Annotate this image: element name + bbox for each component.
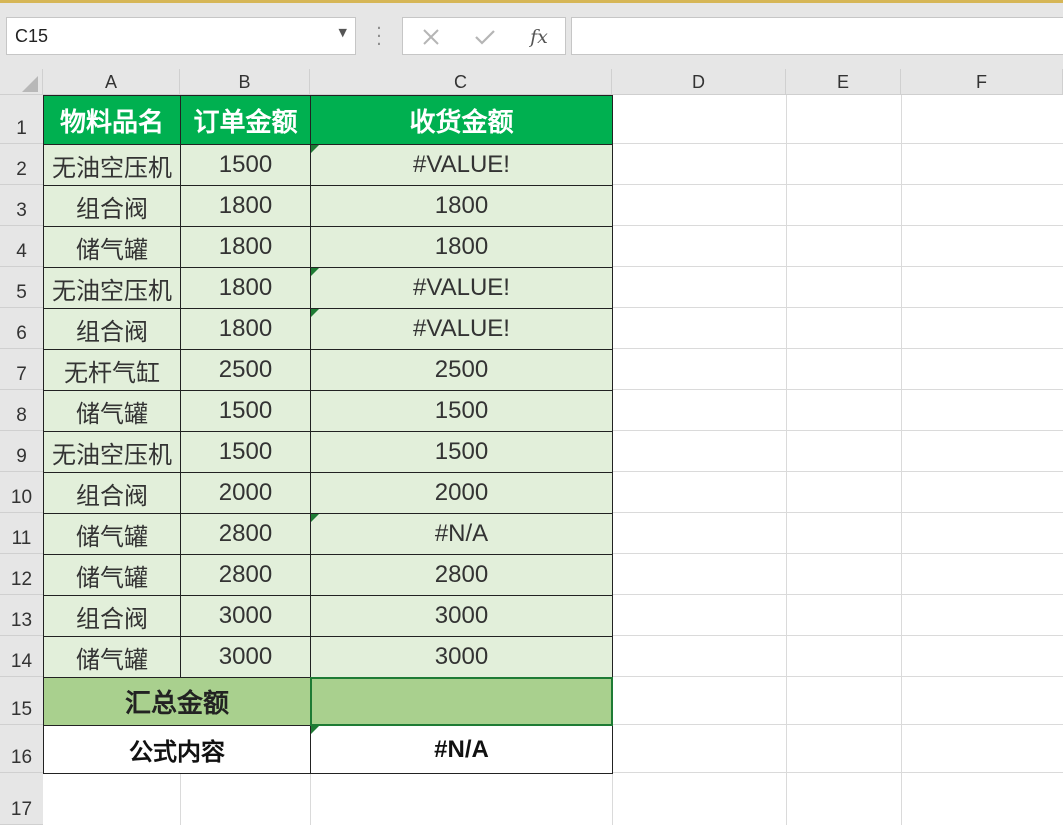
row-header-10[interactable]: 10	[0, 472, 43, 513]
cell-b2[interactable]: 1500	[180, 144, 311, 186]
cell-c10[interactable]: 2000	[310, 472, 613, 514]
cell-c12[interactable]: 2800	[310, 554, 613, 596]
row-header-5[interactable]: 5	[0, 267, 43, 308]
insert-function-button[interactable]: fx	[519, 18, 559, 56]
row-header-12[interactable]: 12	[0, 554, 43, 595]
error-indicator-icon	[311, 145, 319, 153]
column-header-e[interactable]: E	[786, 69, 901, 95]
formula-bar: C15 ▼ · · · fx	[0, 3, 1063, 69]
gridline-vertical	[786, 95, 787, 825]
cell-b6[interactable]: 1800	[180, 308, 311, 350]
cell-b3[interactable]: 1800	[180, 185, 311, 227]
cell-b9[interactable]: 1500	[180, 431, 311, 473]
error-indicator-icon	[311, 726, 319, 734]
select-all-icon	[22, 76, 38, 92]
error-indicator-icon	[311, 514, 319, 522]
cell-a12[interactable]: 储气罐	[43, 554, 181, 596]
cell-b11[interactable]: 2800	[180, 513, 311, 555]
close-icon[interactable]	[411, 18, 451, 56]
select-all-corner[interactable]	[0, 69, 43, 95]
cell-a5[interactable]: 无油空压机	[43, 267, 181, 309]
cell-b8[interactable]: 1500	[180, 390, 311, 432]
row-header-3[interactable]: 3	[0, 185, 43, 226]
cell-a13[interactable]: 组合阀	[43, 595, 181, 637]
cell-c6[interactable]: #VALUE!	[310, 308, 613, 350]
cell-c8[interactable]: 1500	[310, 390, 613, 432]
column-header-c[interactable]: C	[310, 69, 612, 95]
cell-b12[interactable]: 2800	[180, 554, 311, 596]
cell-b4[interactable]: 1800	[180, 226, 311, 268]
formula-input[interactable]	[571, 17, 1063, 55]
row-header-9[interactable]: 9	[0, 431, 43, 472]
cell-c3[interactable]: 1800	[310, 185, 613, 227]
row-header-15[interactable]: 15	[0, 677, 43, 725]
formula-value-cell[interactable]: #N/A	[310, 725, 613, 774]
cell-c5[interactable]: #VALUE!	[310, 267, 613, 309]
error-indicator-icon	[311, 309, 319, 317]
cell-a9[interactable]: 无油空压机	[43, 431, 181, 473]
header-cell-a[interactable]: 物料品名	[43, 95, 181, 145]
column-header-a[interactable]: A	[43, 69, 180, 95]
formula-label-cell[interactable]: 公式内容	[43, 725, 311, 774]
summary-value-cell[interactable]	[310, 677, 613, 726]
cell-a4[interactable]: 储气罐	[43, 226, 181, 268]
row-header-16[interactable]: 16	[0, 725, 43, 773]
row-header-7[interactable]: 7	[0, 349, 43, 390]
row-header-14[interactable]: 14	[0, 636, 43, 677]
cell-c4[interactable]: 1800	[310, 226, 613, 268]
cell-a10[interactable]: 组合阀	[43, 472, 181, 514]
row-header-6[interactable]: 6	[0, 308, 43, 349]
name-box[interactable]: C15 ▼	[6, 17, 356, 55]
cell-b10[interactable]: 2000	[180, 472, 311, 514]
cell-c9[interactable]: 1500	[310, 431, 613, 473]
cell-b14[interactable]: 3000	[180, 636, 311, 678]
error-indicator-icon	[311, 268, 319, 276]
row-header-8[interactable]: 8	[0, 390, 43, 431]
cell-a7[interactable]: 无杆气缸	[43, 349, 181, 391]
cell-c2[interactable]: #VALUE!	[310, 144, 613, 186]
name-box-value: C15	[15, 26, 49, 46]
formula-buttons: fx	[402, 17, 566, 55]
cell-b5[interactable]: 1800	[180, 267, 311, 309]
check-icon[interactable]	[465, 18, 505, 56]
cell-c11[interactable]: #N/A	[310, 513, 613, 555]
summary-label-cell[interactable]: 汇总金额	[43, 677, 311, 726]
cell-a6[interactable]: 组合阀	[43, 308, 181, 350]
row-header-13[interactable]: 13	[0, 595, 43, 636]
chevron-down-icon[interactable]: ▼	[339, 26, 347, 39]
row-header-11[interactable]: 11	[0, 513, 43, 554]
cell-b7[interactable]: 2500	[180, 349, 311, 391]
cell-a8[interactable]: 储气罐	[43, 390, 181, 432]
header-cell-c[interactable]: 收货金额	[310, 95, 613, 145]
cell-a3[interactable]: 组合阀	[43, 185, 181, 227]
cell-c13[interactable]: 3000	[310, 595, 613, 637]
row-header-4[interactable]: 4	[0, 226, 43, 267]
drag-handle-icon[interactable]: · · ·	[372, 20, 386, 54]
cell-a2[interactable]: 无油空压机	[43, 144, 181, 186]
row-header-17[interactable]: 17	[0, 773, 43, 825]
cell-b13[interactable]: 3000	[180, 595, 311, 637]
column-header-d[interactable]: D	[612, 69, 786, 95]
row-header-1[interactable]: 1	[0, 95, 43, 144]
gridline-vertical	[901, 95, 902, 825]
column-header-b[interactable]: B	[180, 69, 310, 95]
cell-c14[interactable]: 3000	[310, 636, 613, 678]
row-header-2[interactable]: 2	[0, 144, 43, 185]
cell-a11[interactable]: 储气罐	[43, 513, 181, 555]
header-cell-b[interactable]: 订单金额	[180, 95, 311, 145]
column-header-f[interactable]: F	[901, 69, 1063, 95]
cell-a14[interactable]: 储气罐	[43, 636, 181, 678]
cell-c7[interactable]: 2500	[310, 349, 613, 391]
